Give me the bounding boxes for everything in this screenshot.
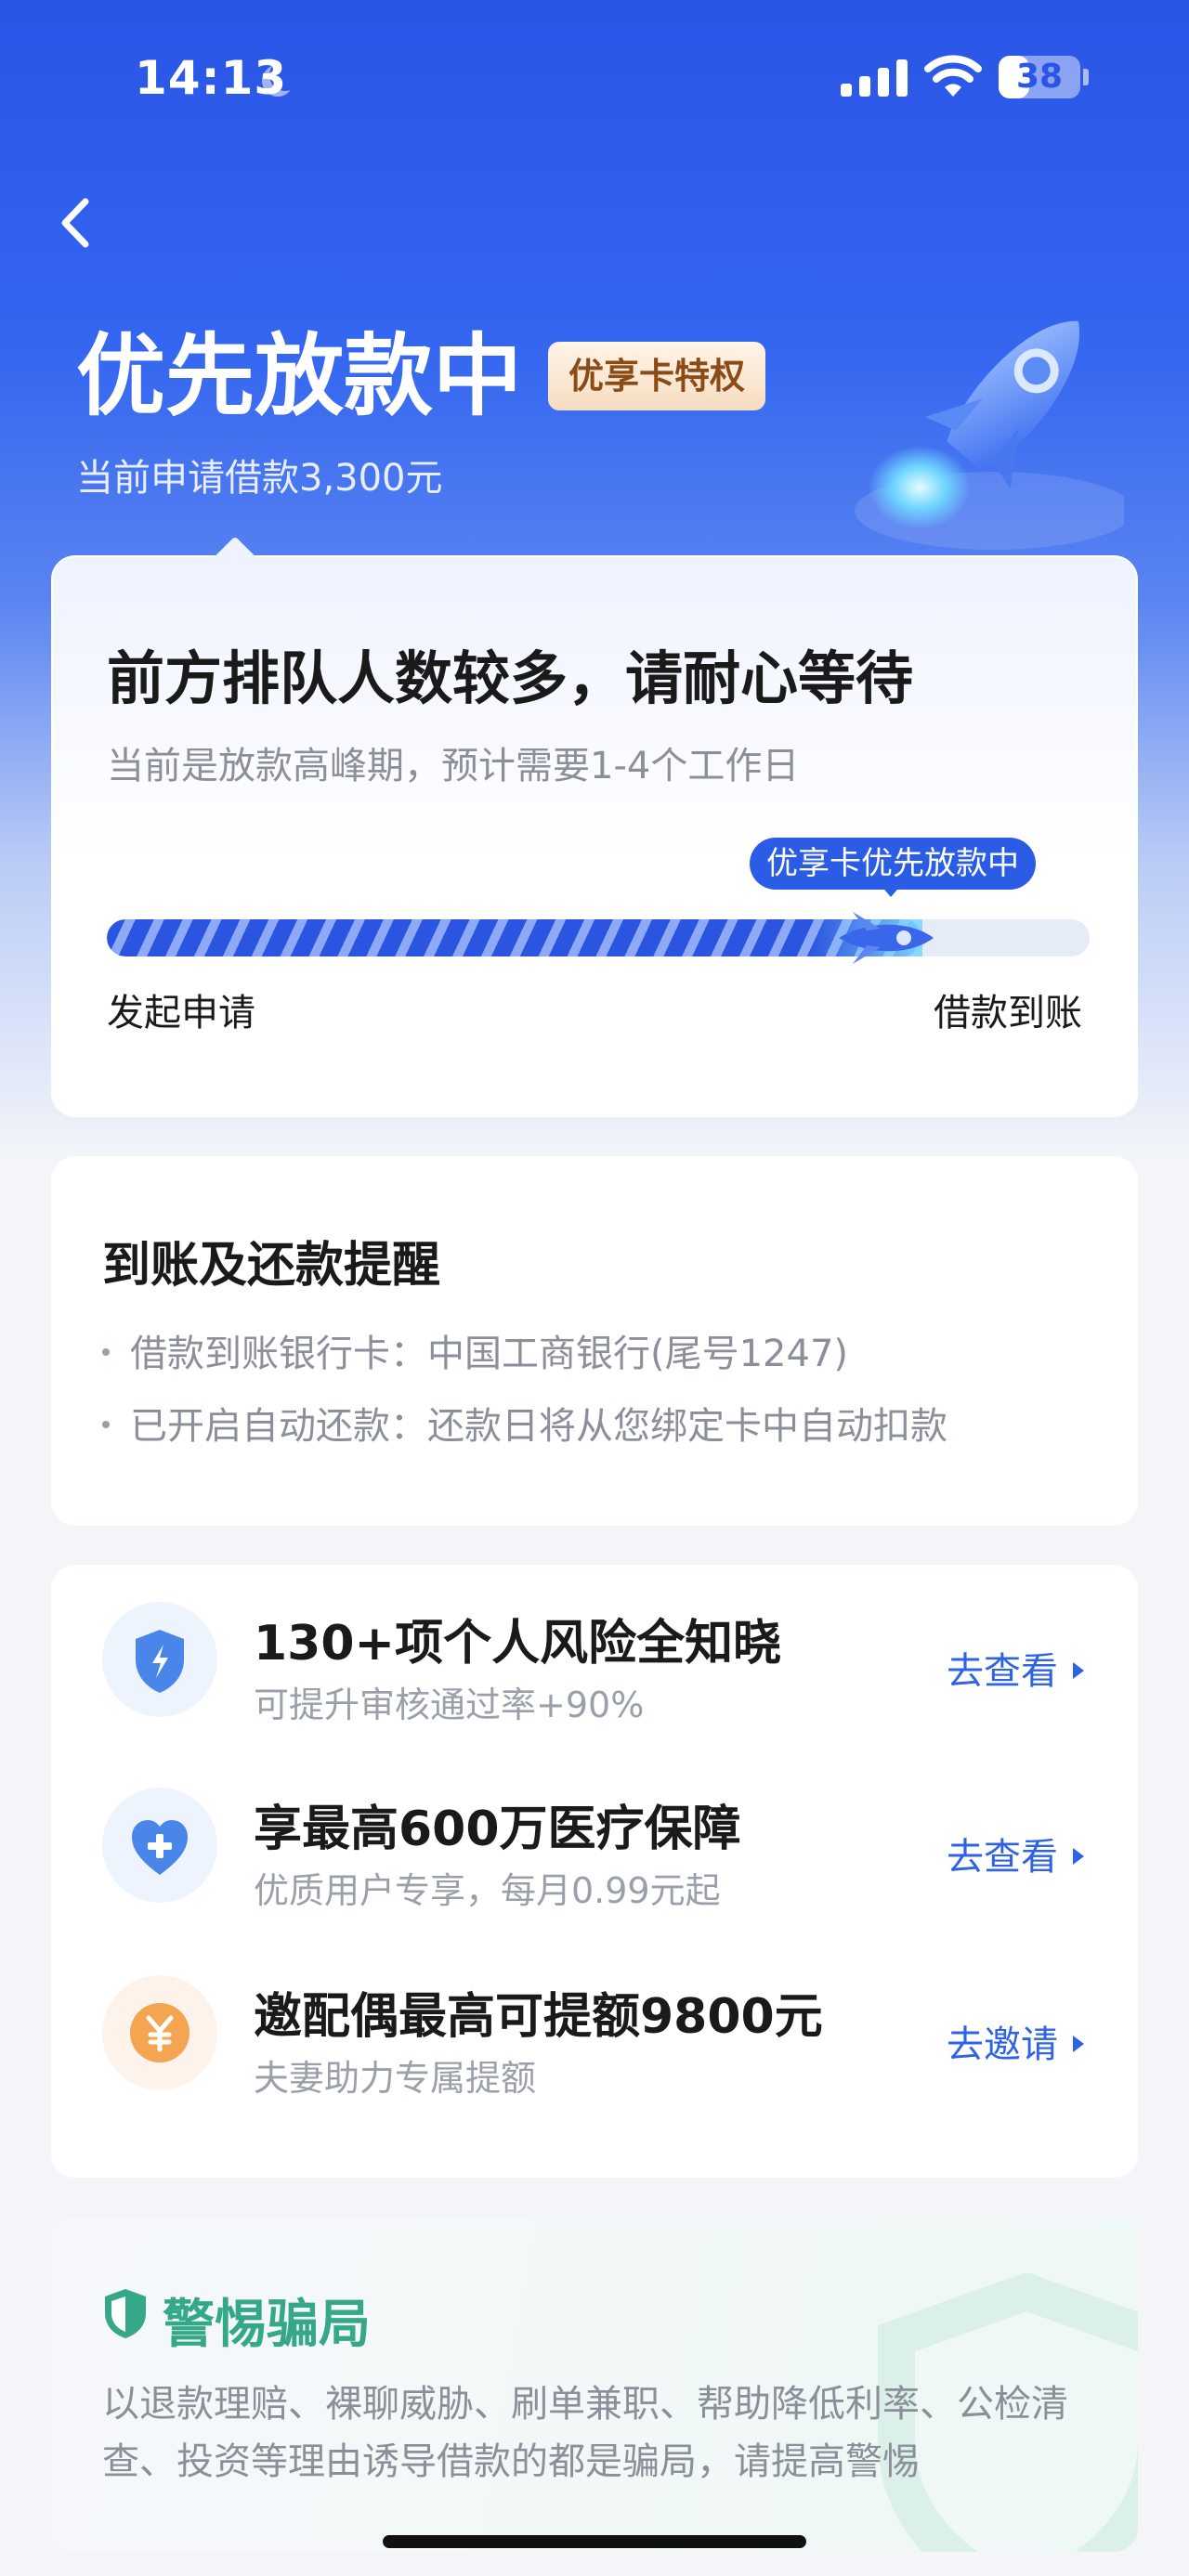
shield-lightning-icon (102, 1602, 217, 1717)
service-subtitle: 夫妻助力专属提额 (254, 2058, 537, 2099)
end-label: 借款到账 (934, 992, 1082, 1034)
rocket-illustration (855, 320, 1124, 550)
service-subtitle: 可提升审核通过率+90% (254, 1685, 645, 1725)
status-bar: 14:13 38 (0, 0, 1189, 158)
service-subtitle: 优质用户专享，每月0.99元起 (254, 1870, 721, 1911)
cellular-signal-icon (841, 58, 909, 97)
battery-tip (1083, 69, 1089, 85)
caret-right-icon (1073, 1848, 1084, 1865)
view-button-label: 去查看 (947, 1650, 1058, 1693)
status-time: 14:13 (135, 51, 288, 105)
reminder-card: 到账及还款提醒 借款到账银行卡：中国工商银行(尾号1247) 已开启自动还款：还… (51, 1156, 1138, 1526)
service-risk-report[interactable]: 130+项个人风险全知晓 可提升审核通过率+90% 去查看 (51, 1565, 1138, 1732)
queue-heading: 前方排队人数较多，请耐心等待 (107, 644, 914, 712)
view-button-label: 去查看 (947, 1836, 1058, 1879)
reminder-title: 到账及还款提醒 (102, 1238, 441, 1294)
progress-fill (107, 919, 922, 956)
loan-progress-card: 前方排队人数较多，请耐心等待 当前是放款高峰期，预计需要1-4个工作日 优享卡优… (51, 536, 1138, 1117)
page-title: 优先放款中 (76, 324, 522, 428)
services-card: 130+项个人风险全知晓 可提升审核通过率+90% 去查看 享最高600万医疗保… (51, 1565, 1138, 2178)
privilege-badge: 优享卡特权 (548, 342, 766, 410)
battery-icon: 38 (999, 56, 1080, 98)
battery-level: 38 (1015, 58, 1064, 96)
tag-pointer (880, 884, 902, 897)
service-title: 邀配偶最高可提额9800元 (254, 1989, 823, 2045)
reminder-line-autopay: 已开启自动还款：还款日将从您绑定卡中自动扣款 (102, 1396, 947, 1450)
wifi-icon (924, 55, 982, 97)
priority-status-tag: 优享卡优先放款中 (750, 838, 1036, 890)
service-title: 享最高600万医疗保障 (254, 1802, 741, 1857)
queue-subheading: 当前是放款高峰期，预计需要1-4个工作日 (107, 745, 800, 787)
service-spouse-invite[interactable]: 邀配偶最高可提额9800元 夫妻助力专属提额 去邀请 (51, 1938, 1138, 2105)
bullet-icon (102, 1421, 110, 1428)
service-medical[interactable]: 享最高600万医疗保障 优质用户专享，每月0.99元起 去查看 (51, 1750, 1138, 1918)
home-indicator (383, 2535, 806, 2548)
view-button[interactable]: 去查看 (947, 1641, 1084, 1695)
reminder-line-text: 借款到账银行卡：中国工商银行(尾号1247) (130, 1333, 849, 1375)
shield-icon (105, 2289, 146, 2338)
yen-coin-icon (102, 1975, 217, 2090)
moon-icon (269, 59, 301, 91)
view-button[interactable]: 去查看 (947, 1827, 1084, 1880)
reminder-line-text: 已开启自动还款：还款日将从您绑定卡中自动扣款 (130, 1405, 947, 1448)
warning-title: 警惕骗局 (163, 2295, 371, 2355)
service-title: 130+项个人风险全知晓 (254, 1616, 782, 1672)
caret-right-icon (1073, 1662, 1084, 1679)
fraud-warning-card: 警惕骗局 以退款理赔、裸聊威胁、刷单兼职、帮助降低利率、公检清查、投资等理由诱导… (51, 2218, 1138, 2552)
progress-track (107, 919, 1090, 956)
invite-button-label: 去邀请 (947, 2023, 1058, 2066)
heart-plus-icon (102, 1788, 217, 1903)
caret-right-icon (1073, 2036, 1084, 2052)
bullet-icon (102, 1348, 110, 1356)
reminder-line-bank: 借款到账银行卡：中国工商银行(尾号1247) (102, 1323, 848, 1377)
loan-amount-subtitle: 当前申请借款3,300元 (76, 457, 443, 500)
warning-text: 以退款理赔、裸聊威胁、刷单兼职、帮助降低利率、公检清查、投资等理由诱导借款的都是… (102, 2383, 1068, 2483)
back-button[interactable] (48, 190, 104, 255)
invite-button[interactable]: 去邀请 (947, 2014, 1084, 2068)
start-label: 发起申请 (107, 992, 255, 1034)
progress-rocket-icon (839, 912, 934, 964)
